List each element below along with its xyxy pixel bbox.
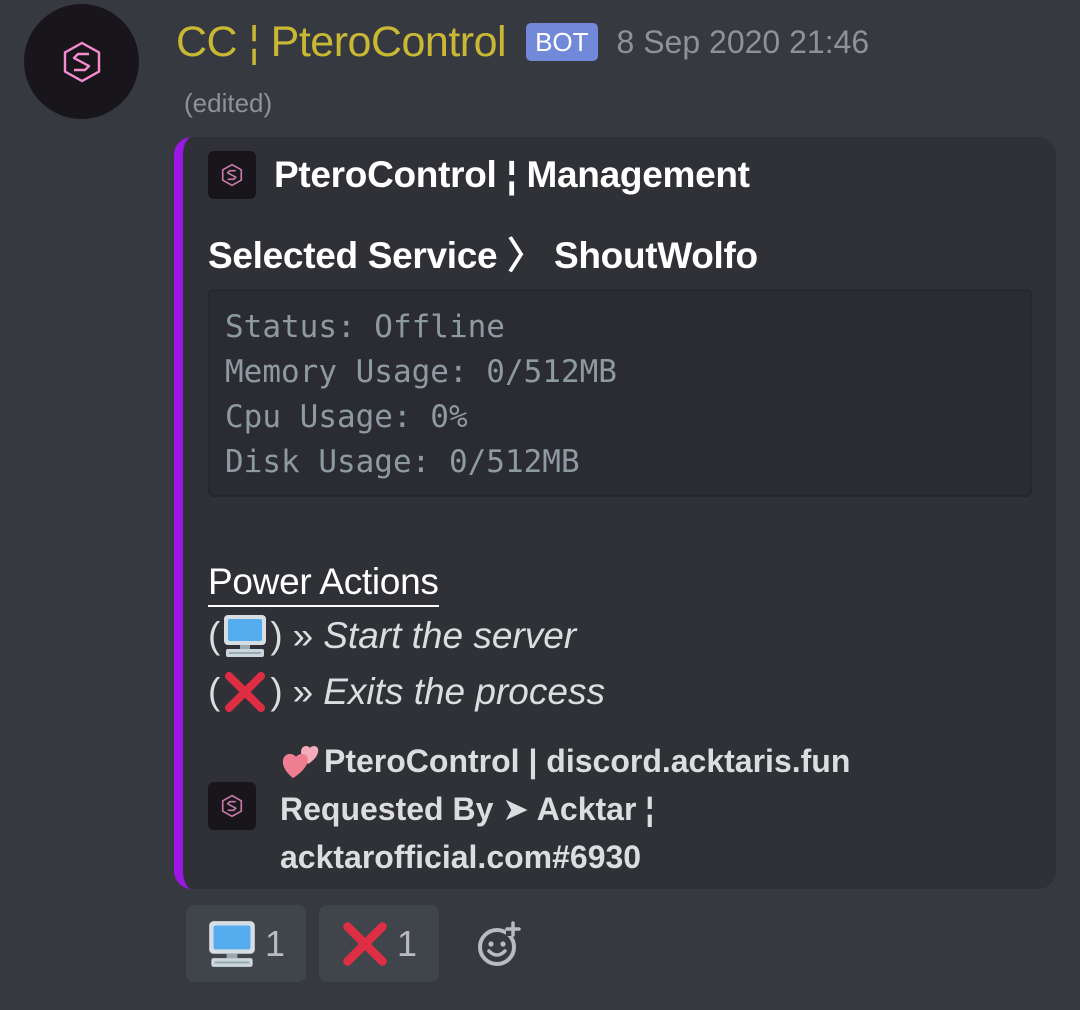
- reaction-count: 1: [264, 922, 286, 964]
- action-description: Start the server: [323, 615, 577, 656]
- reaction-cross-mark[interactable]: 1: [319, 905, 439, 982]
- embed-footer: PteroControl | discord.acktaris.fun Requ…: [280, 737, 980, 881]
- cross-mark-icon: [220, 667, 270, 717]
- cross-mark-icon: [341, 920, 389, 968]
- paren-close: ): [270, 615, 283, 656]
- action-description: Exits the process: [323, 671, 605, 712]
- timestamp: 8 Sep 2020 21:46: [616, 23, 870, 60]
- chat-message: CC ¦ PteroControl BOT 8 Sep 2020 21:46 (…: [0, 0, 1080, 1010]
- computer-icon: [220, 611, 270, 661]
- reactions-bar: 1 1: [186, 905, 530, 982]
- author-logo-icon: [208, 151, 256, 199]
- add-reaction-icon: [478, 920, 521, 966]
- pterocontrol-logo-icon: [63, 41, 100, 82]
- action-start-server: ( ) » Start the server: [208, 611, 576, 661]
- embed-title: Selected Service 〉 ShoutWolfo: [208, 235, 758, 276]
- bot-avatar[interactable]: [24, 4, 139, 119]
- code-line-disk: Disk Usage: 0/512MB: [225, 444, 580, 480]
- action-exit-process: ( ) » Exits the process: [208, 667, 605, 717]
- message-header: CC ¦ PteroControl BOT 8 Sep 2020 21:46: [176, 14, 869, 70]
- paren-open: (: [208, 615, 221, 656]
- username[interactable]: CC ¦ PteroControl: [176, 18, 507, 67]
- reaction-count: 1: [396, 922, 418, 964]
- footer-line-1: PteroControl | discord.acktaris.fun: [280, 737, 980, 785]
- embed-author-name: PteroControl ¦ Management: [274, 154, 750, 195]
- add-reaction-button[interactable]: [470, 914, 530, 974]
- footer-line-1-text: PteroControl | discord.acktaris.fun: [324, 743, 851, 779]
- reaction-computer[interactable]: 1: [186, 905, 306, 982]
- bot-tag: BOT: [526, 23, 598, 61]
- separator: »: [292, 615, 314, 656]
- paren-close: ): [270, 671, 283, 712]
- code-line-memory: Memory Usage: 0/512MB: [225, 354, 617, 390]
- code-line-status: Status: Offline: [225, 309, 505, 345]
- power-actions-heading: Power Actions: [208, 561, 439, 607]
- status-code-block: Status: Offline Memory Usage: 0/512MB Cp…: [208, 289, 1032, 497]
- embed-author: PteroControl ¦ Management: [208, 151, 750, 199]
- computer-icon: [207, 920, 257, 968]
- code-line-cpu: Cpu Usage: 0%: [225, 399, 468, 435]
- separator: »: [292, 671, 314, 712]
- footer-line-2: Requested By ➤ Acktar ¦: [280, 791, 655, 827]
- embed-card: PteroControl ¦ Management Selected Servi…: [174, 137, 1056, 889]
- footer-line-3: acktarofficial.com#6930: [280, 839, 642, 875]
- paren-open: (: [208, 671, 221, 712]
- footer-logo-icon: [208, 782, 256, 830]
- two-hearts-icon: [280, 740, 322, 782]
- edited-label: (edited): [184, 88, 273, 118]
